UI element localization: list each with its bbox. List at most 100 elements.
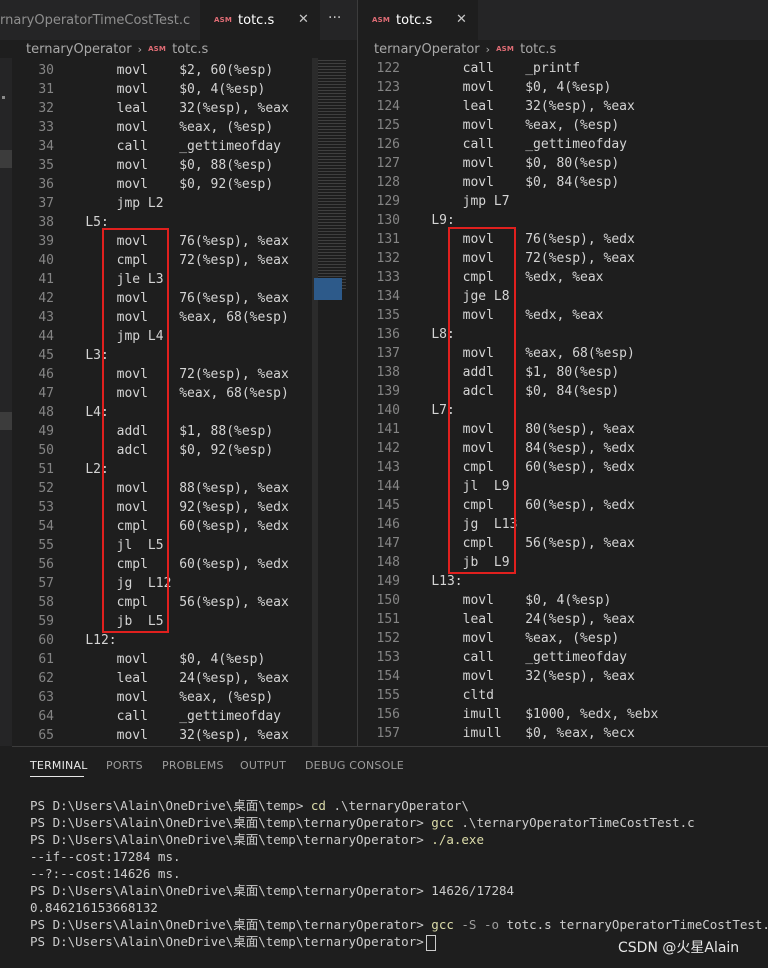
line-number: 149: [376, 574, 400, 589]
terminal-prompt: PS D:\Users\Alain\OneDrive\桌面\temp\terna…: [30, 883, 424, 898]
minimap[interactable]: [312, 58, 357, 746]
terminal-args: 14626/17284: [431, 883, 515, 898]
line-number: 145: [376, 498, 400, 513]
close-icon[interactable]: ✕: [456, 12, 467, 27]
terminal-args: totc.s ternaryOperatorTimeCostTest.c: [499, 917, 768, 932]
line-number: 135: [376, 308, 400, 323]
code-line[interactable]: 129 jmp L7: [358, 192, 510, 211]
terminal-output: --if--cost:17284 ms.: [30, 849, 181, 864]
code-line[interactable]: 34 call _gettimeofday: [12, 137, 281, 156]
terminal-prompt: PS D:\Users\Alain\OneDrive\桌面\temp\terna…: [30, 832, 424, 847]
close-icon[interactable]: ✕: [298, 12, 309, 27]
code-line[interactable]: 60 L12:: [12, 631, 117, 650]
left-tab-bar: rnaryOperatorTimeCostTest.c ASM totc.s ✕…: [0, 0, 357, 40]
code-line[interactable]: 61 movl $0, 4(%esp): [12, 650, 265, 669]
line-number: 124: [376, 99, 400, 114]
code-line[interactable]: 130 L9:: [358, 211, 455, 230]
code-text: jmp L7: [431, 194, 510, 209]
line-number: 137: [376, 346, 400, 361]
terminal-prompt: PS D:\Users\Alain\OneDrive\桌面\temp\terna…: [30, 934, 424, 949]
tab-label: totc.s: [396, 12, 433, 28]
line-number: 54: [38, 519, 54, 534]
asm-file-icon: ASM: [148, 45, 167, 53]
code-line[interactable]: 157 imull $0, %eax, %ecx: [358, 724, 635, 743]
terminal-prompt: PS D:\Users\Alain\OneDrive\桌面\temp\terna…: [30, 917, 424, 932]
tab-ternary-operator-c[interactable]: rnaryOperatorTimeCostTest.c: [0, 0, 200, 40]
minimap-slider[interactable]: [312, 58, 318, 746]
code-line[interactable]: 126 call _gettimeofday: [358, 135, 627, 154]
bottom-panel: TERMINAL PORTS PROBLEMS OUTPUT DEBUG CON…: [12, 746, 768, 968]
code-line[interactable]: 32 leal 32(%esp), %eax: [12, 99, 288, 118]
panel-tab-output[interactable]: OUTPUT: [240, 759, 286, 772]
terminal-line: PS D:\Users\Alain\OneDrive\桌面\temp\terna…: [30, 916, 768, 933]
code-text: L12:: [85, 633, 117, 648]
line-number: 60: [38, 633, 54, 648]
code-line[interactable]: 156 imull $1000, %edx, %ebx: [358, 705, 659, 724]
code-line[interactable]: 35 movl $0, 88(%esp): [12, 156, 273, 175]
code-line[interactable]: 62 leal 24(%esp), %eax: [12, 669, 288, 688]
code-line[interactable]: 136 L8:: [358, 325, 455, 344]
chevron-right-icon: ›: [485, 42, 491, 56]
code-text: cltd: [431, 688, 494, 703]
code-line[interactable]: 124 leal 32(%esp), %eax: [358, 97, 635, 116]
right-tab-bar: ASM totc.s ✕: [358, 0, 768, 40]
code-line[interactable]: 140 L7:: [358, 401, 455, 420]
breadcrumb-file[interactable]: totc.s: [520, 42, 556, 57]
panel-tab-debug-console[interactable]: DEBUG CONSOLE: [305, 759, 404, 772]
terminal-flags: -S -o: [453, 917, 500, 932]
code-line[interactable]: 153 call _gettimeofday: [358, 648, 627, 667]
more-actions-icon[interactable]: ···: [328, 10, 341, 26]
code-line[interactable]: 122 call _printf: [358, 59, 581, 78]
code-line[interactable]: 154 movl 32(%esp), %eax: [358, 667, 635, 686]
code-line[interactable]: 125 movl %eax, (%esp): [358, 116, 620, 135]
line-number: 131: [376, 232, 400, 247]
line-number: 56: [38, 557, 54, 572]
breadcrumb-right: ternaryOperator › ASM totc.s: [374, 40, 556, 58]
code-text: movl $0, 88(%esp): [85, 158, 274, 173]
code-line[interactable]: 48 L4:: [12, 403, 108, 422]
code-text: jmp L2: [85, 196, 164, 211]
code-line[interactable]: 45 L3:: [12, 346, 108, 365]
tab-totc-s-right[interactable]: ASM totc.s ✕: [358, 0, 478, 40]
terminal-output: --?:--cost:14626 ms.: [30, 866, 181, 881]
code-text: movl $0, 4(%esp): [85, 82, 266, 97]
code-line[interactable]: 155 cltd: [358, 686, 494, 705]
line-number: 157: [376, 726, 400, 741]
activity-indicator: [0, 412, 12, 430]
code-text: movl $0, 84(%esp): [431, 175, 620, 190]
code-line[interactable]: 33 movl %eax, (%esp): [12, 118, 273, 137]
breadcrumb-file[interactable]: totc.s: [172, 42, 208, 57]
code-line[interactable]: 128 movl $0, 84(%esp): [358, 173, 620, 192]
code-line[interactable]: 63 movl %eax, (%esp): [12, 688, 273, 707]
panel-tab-problems[interactable]: PROBLEMS: [162, 759, 224, 772]
tab-totc-s-left[interactable]: ASM totc.s ✕: [200, 0, 320, 40]
code-text: movl $0, 80(%esp): [431, 156, 620, 171]
line-number: 42: [38, 291, 54, 306]
code-line[interactable]: 152 movl %eax, (%esp): [358, 629, 620, 648]
terminal-args: .\ternaryOperator\: [325, 798, 469, 813]
code-line[interactable]: 127 movl $0, 80(%esp): [358, 154, 620, 173]
code-line[interactable]: 31 movl $0, 4(%esp): [12, 80, 265, 99]
code-line[interactable]: 123 movl $0, 4(%esp): [358, 78, 612, 97]
line-number: 133: [376, 270, 400, 285]
terminal-cursor[interactable]: [425, 934, 436, 951]
code-line[interactable]: 65 movl 32(%esp), %eax: [12, 726, 288, 745]
code-line[interactable]: 64 call _gettimeofday: [12, 707, 281, 726]
terminal-line[interactable]: PS D:\Users\Alain\OneDrive\桌面\temp\terna…: [30, 933, 436, 951]
panel-tab-terminal[interactable]: TERMINAL: [30, 759, 88, 772]
panel-tab-ports[interactable]: PORTS: [106, 759, 143, 772]
right-code-editor[interactable]: 122 call _printf 123 movl $0, 4(%esp) 124 …: [358, 59, 768, 746]
line-number: 151: [376, 612, 400, 627]
code-line[interactable]: 36 movl $0, 92(%esp): [12, 175, 273, 194]
breadcrumb-folder[interactable]: ternaryOperator: [374, 42, 480, 57]
line-number: 38: [38, 215, 54, 230]
code-line[interactable]: 150 movl $0, 4(%esp): [358, 591, 612, 610]
terminal-line: PS D:\Users\Alain\OneDrive\桌面\temp\terna…: [30, 814, 695, 831]
code-line[interactable]: 51 L2:: [12, 460, 108, 479]
breadcrumb-folder[interactable]: ternaryOperator: [26, 42, 132, 57]
code-line[interactable]: 37 jmp L2: [12, 194, 164, 213]
code-line[interactable]: 149 L13:: [358, 572, 463, 591]
code-line[interactable]: 151 leal 24(%esp), %eax: [358, 610, 635, 629]
code-line[interactable]: 30 movl $2, 60(%esp): [12, 61, 273, 80]
code-line[interactable]: 38 L5:: [12, 213, 108, 232]
